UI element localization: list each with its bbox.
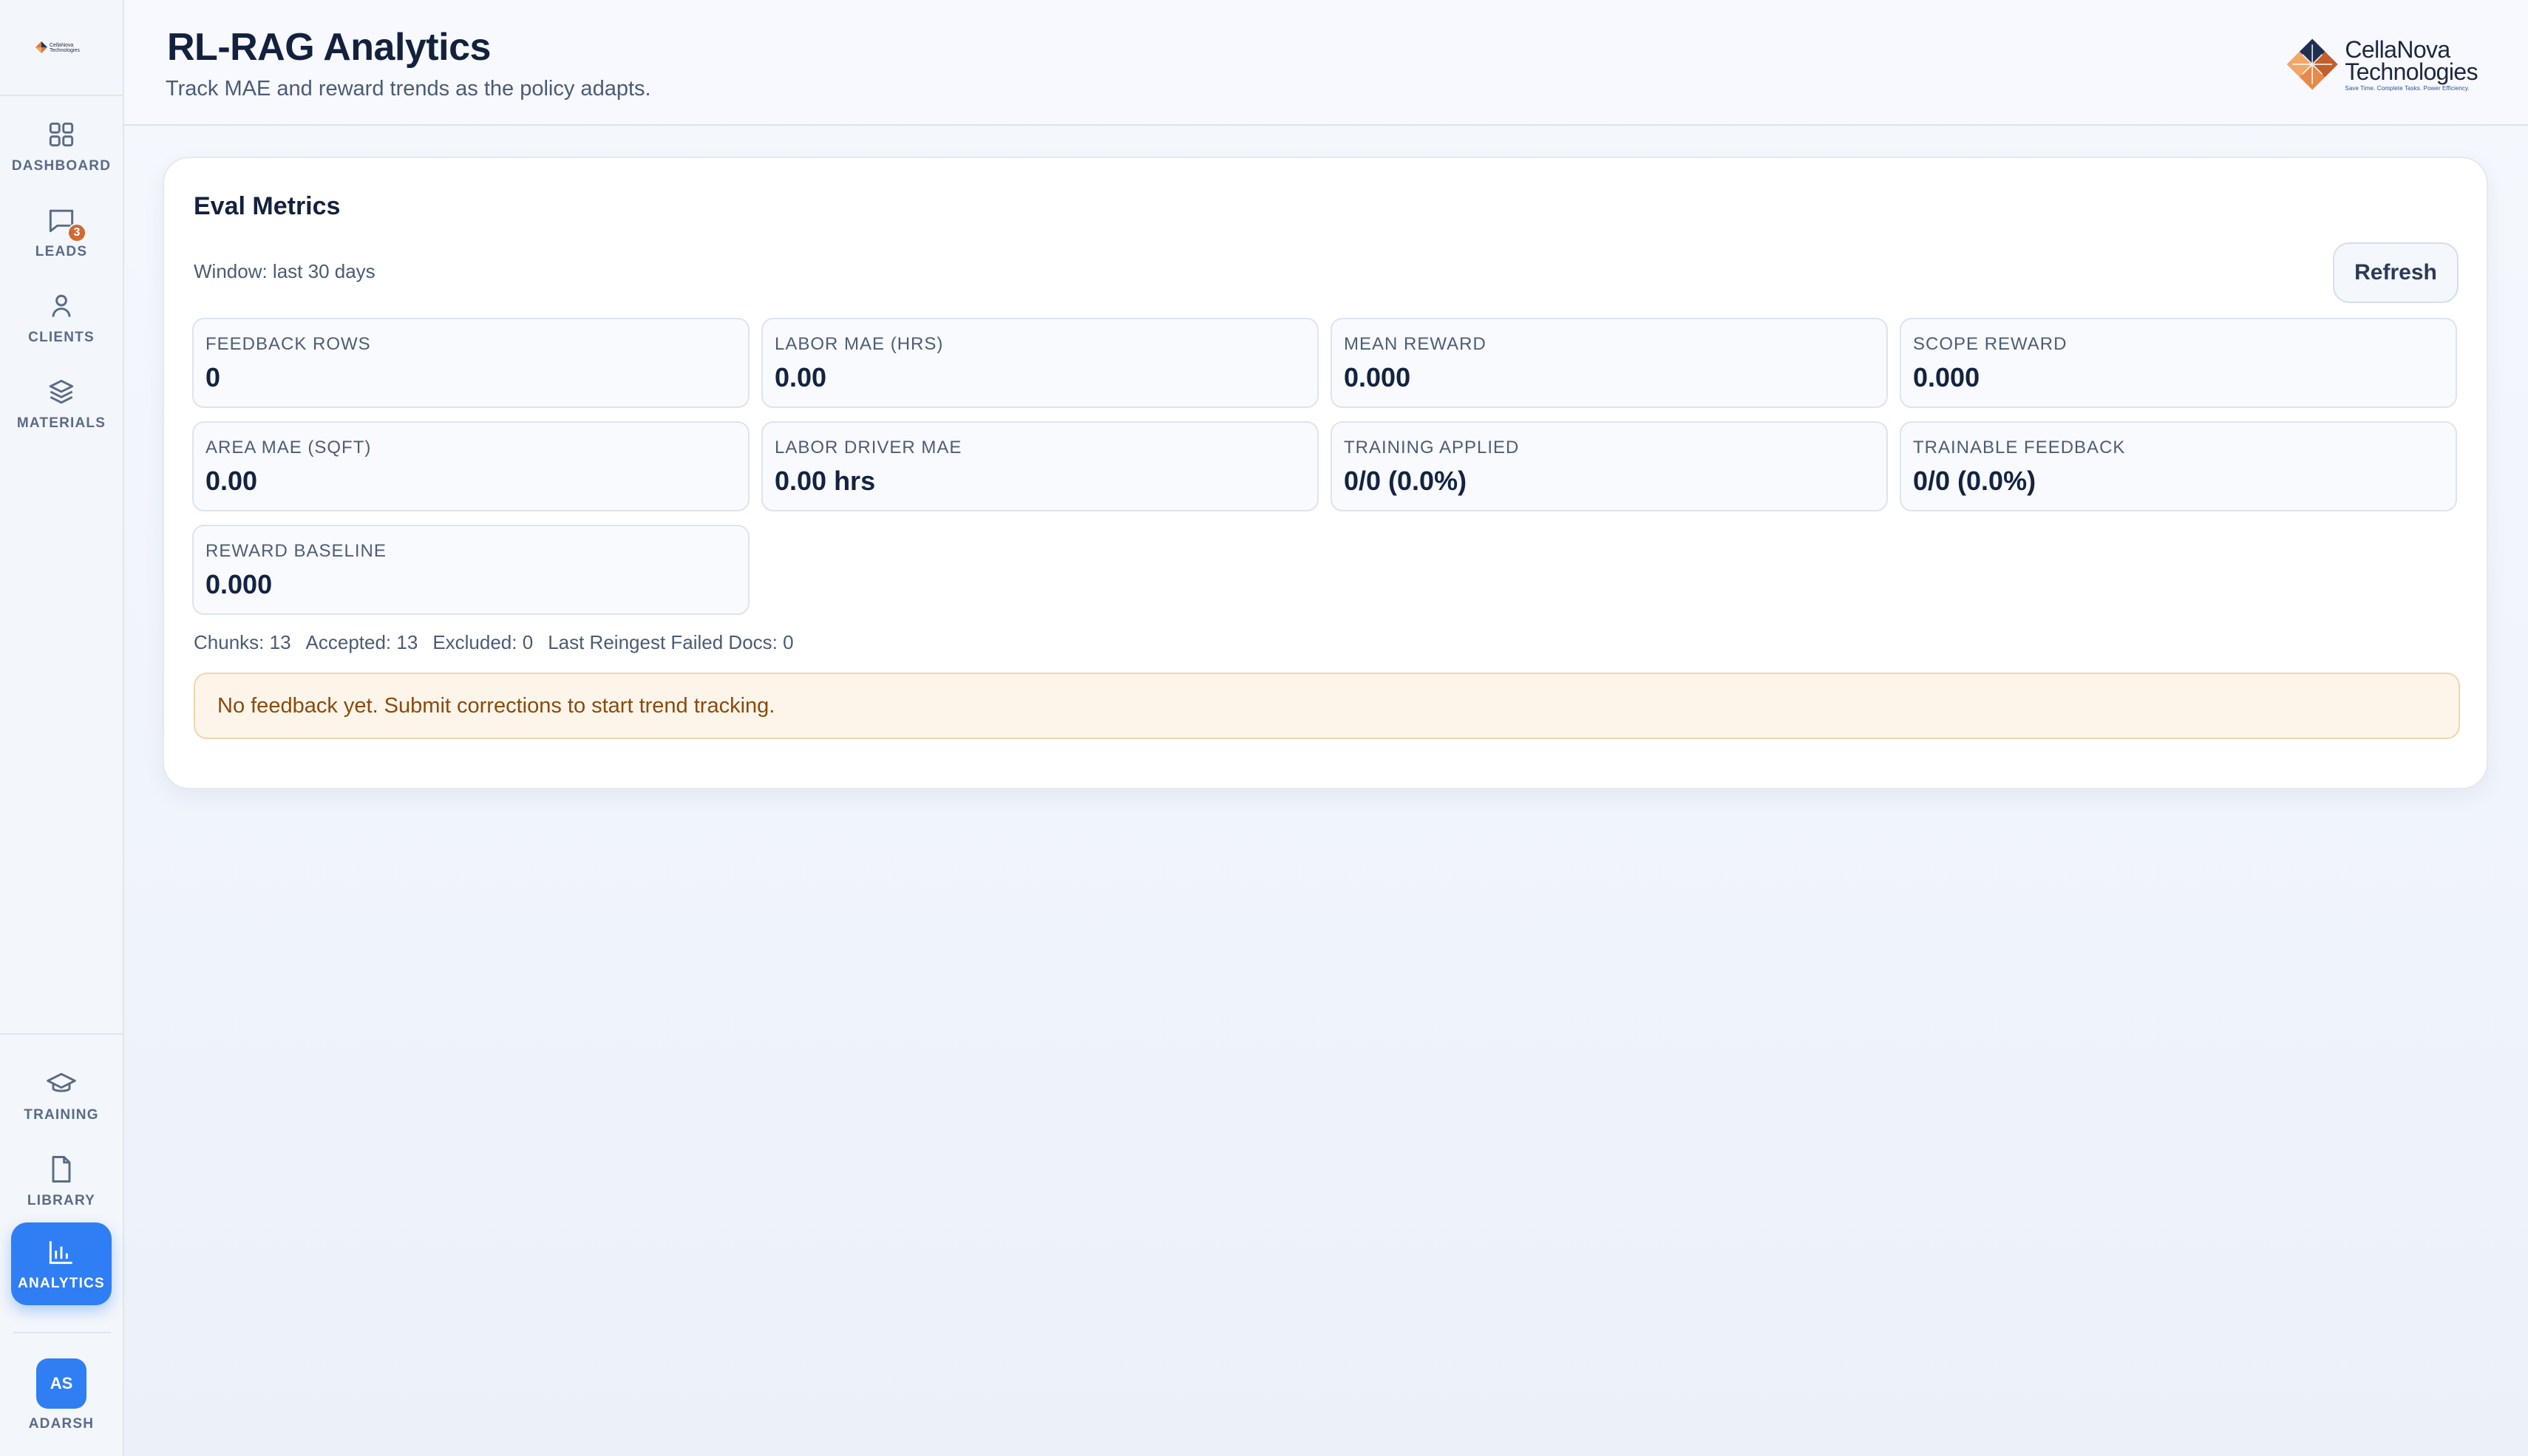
user-name: Adarsh (28, 1416, 95, 1432)
document-icon (52, 1156, 71, 1183)
sidebar-logo[interactable]: CellaNova Technologies (0, 0, 123, 96)
refresh-button[interactable]: Refresh (2333, 242, 2459, 303)
metric-label: Labor MAE (hrs) (775, 334, 944, 354)
stat-chunks: Chunks: 13 (194, 631, 291, 653)
user-icon (52, 294, 71, 317)
brand-text: CellaNova Technologies Save Time. Comple… (2345, 38, 2478, 92)
sidebar-item-label: Library (27, 1193, 96, 1208)
sidebar-item-training[interactable]: Training (11, 1054, 112, 1137)
metric-trainable-feedback: Trainable Feedback 0/0 (0.0%) (1900, 421, 2457, 511)
metric-training-applied: Training Applied 0/0 (0.0%) (1331, 421, 1888, 511)
avatar: AS (36, 1358, 86, 1409)
metric-label: Training Applied (1344, 438, 1520, 457)
user-profile[interactable]: AS Adarsh (11, 1347, 112, 1444)
page-title: RL-RAG Analytics (167, 26, 491, 69)
bar-chart-icon (49, 1241, 72, 1265)
metric-value: 0 (205, 362, 221, 392)
app-root: CellaNova Technologies Dashboard 3 Leads (0, 0, 2528, 1456)
sidebar-item-dashboard[interactable]: Dashboard (11, 105, 112, 188)
metric-reward-baseline: Reward Baseline 0.000 (192, 525, 750, 615)
cellanova-logo-icon (2286, 38, 2338, 90)
metric-value: 0.00 hrs (775, 466, 876, 496)
metric-value: 0/0 (0.0%) (1913, 466, 2036, 496)
sidebar-item-label: Dashboard (11, 158, 112, 174)
svg-text:Technologies: Technologies (50, 48, 80, 53)
metric-area-mae: Area MAE (sqft) 0.00 (192, 421, 750, 511)
metric-label: Area MAE (sqft) (205, 438, 372, 457)
eval-metrics-card: Eval Metrics Window: last 30 days Refres… (163, 157, 2488, 789)
brand-logo: CellaNova Technologies Save Time. Comple… (2284, 33, 2478, 96)
stat-failed-docs: Last Reingest Failed Docs: 0 (548, 631, 794, 653)
brand-name-line2: Technologies (2345, 58, 2478, 85)
metric-label: Trainable Feedback (1913, 438, 2126, 457)
metric-label: Reward Baseline (205, 541, 387, 561)
cellanova-logo-icon: CellaNova Technologies (35, 41, 80, 53)
metric-label: Scope Reward (1913, 334, 2067, 354)
leads-count-badge: 3 (67, 223, 86, 242)
stat-accepted: Accepted: 13 (305, 631, 418, 653)
sidebar-item-label: Clients (28, 330, 95, 345)
sidebar-item-leads[interactable]: 3 Leads (11, 191, 112, 273)
sidebar-item-analytics[interactable]: Analytics (11, 1222, 112, 1305)
metric-scope-reward: Scope Reward 0.000 (1900, 318, 2457, 408)
layers-icon (49, 379, 74, 404)
page-subtitle: Track MAE and reward trends as the polic… (166, 77, 651, 101)
metric-value: 0.000 (205, 569, 273, 599)
stat-excluded: Excluded: 0 (432, 631, 534, 653)
metric-value: 0.000 (1913, 362, 1980, 392)
metric-label: Mean Reward (1344, 334, 1486, 354)
sidebar-divider (0, 1033, 123, 1035)
metric-value: 0/0 (0.0%) (1344, 466, 1467, 496)
brand-name: CellaNova (2345, 35, 2450, 63)
svg-text:CellaNova: CellaNova (50, 43, 73, 48)
metric-value: 0.00 (205, 466, 258, 496)
sidebar-item-label: Materials (16, 415, 106, 431)
metric-label: Labor Driver MAE (775, 438, 962, 457)
page-header: RL-RAG Analytics Track MAE and reward tr… (124, 0, 2528, 126)
metric-value: 0.000 (1344, 362, 1411, 392)
brand-tagline: Save Time. Complete Tasks. Power Efficie… (2345, 84, 2470, 92)
metric-labor-driver-mae: Labor Driver MAE 0.00 hrs (761, 421, 1319, 511)
empty-feedback-notice: No feedback yet. Submit corrections to s… (194, 673, 2460, 739)
window-label: Window: last 30 days (194, 260, 376, 282)
sidebar-item-clients[interactable]: Clients (11, 276, 112, 359)
leads-icon-wrap: 3 (45, 204, 86, 242)
sidebar-divider (13, 1332, 111, 1333)
sidebar: CellaNova Technologies Dashboard 3 Leads (0, 0, 124, 1456)
metric-mean-reward: Mean Reward 0.000 (1331, 318, 1888, 408)
corpus-stats: Chunks: 13 Accepted: 13 Excluded: 0 Last… (194, 631, 794, 654)
metric-feedback-rows: Feedback Rows 0 (192, 318, 750, 408)
sidebar-item-label: Training (24, 1107, 99, 1123)
sidebar-item-library[interactable]: Library (11, 1140, 112, 1222)
sidebar-item-label: Leads (35, 244, 88, 259)
card-title: Eval Metrics (194, 192, 341, 220)
sidebar-item-label: Analytics (18, 1276, 105, 1291)
sidebar-item-materials[interactable]: Materials (11, 362, 112, 445)
graduation-cap-icon (47, 1072, 76, 1092)
grid-icon (49, 122, 74, 147)
metric-value: 0.00 (775, 362, 827, 392)
metric-label: Feedback Rows (205, 334, 371, 354)
metric-labor-mae: Labor MAE (hrs) 0.00 (761, 318, 1319, 408)
